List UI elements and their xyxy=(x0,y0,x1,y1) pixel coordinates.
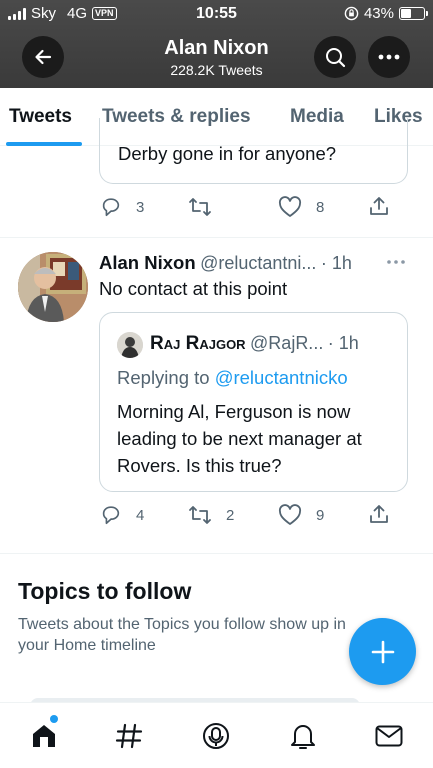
more-button[interactable] xyxy=(368,36,410,78)
notifications-icon xyxy=(291,725,315,749)
spaces-icon xyxy=(203,723,229,749)
battery-icon xyxy=(399,7,428,20)
like-button[interactable]: 9 xyxy=(278,504,324,526)
heart-icon xyxy=(278,504,302,525)
tweet-count: 228.2K Tweets xyxy=(170,62,263,78)
replying-to-line: Replying to @reluctantnicko xyxy=(117,367,348,389)
retweet-icon xyxy=(189,506,211,524)
tweet-time: · 1h xyxy=(320,253,352,273)
retweet-button[interactable] xyxy=(188,196,226,218)
tab-tweets[interactable]: Tweets xyxy=(9,106,72,128)
reply-button[interactable]: 3 xyxy=(100,196,144,218)
active-tab-indicator xyxy=(6,142,82,146)
status-right: 43% xyxy=(344,5,428,22)
tweet-options-icon[interactable] xyxy=(386,259,406,265)
quoted-tweet-text: Morning Al, Ferguson is now leading to b… xyxy=(117,401,362,476)
retweet-button[interactable]: 2 xyxy=(188,504,234,526)
nav-messages[interactable] xyxy=(373,720,405,752)
like-button[interactable]: 8 xyxy=(278,196,324,218)
section-divider xyxy=(0,553,433,554)
bottom-navigation xyxy=(0,702,433,768)
nav-explore[interactable] xyxy=(113,720,145,752)
rotation-lock-icon xyxy=(344,6,359,21)
plus-icon xyxy=(371,640,394,663)
reply-count: 4 xyxy=(136,506,145,524)
replying-to-label: Replying to xyxy=(117,367,210,388)
home-icon xyxy=(33,725,55,747)
quoted-tweet-card[interactable]: Raj Rajgor @RajR... · 1h Replying to @re… xyxy=(99,312,408,492)
share-icon xyxy=(370,197,388,215)
more-icon xyxy=(378,54,400,60)
share-button[interactable] xyxy=(368,503,390,525)
tweet-text: No contact at this point xyxy=(99,278,288,299)
reply-button[interactable]: 4 xyxy=(100,504,144,526)
author-avatar[interactable] xyxy=(18,252,88,322)
messages-icon xyxy=(375,725,403,747)
topics-description: Tweets about the Topics you follow show … xyxy=(18,616,346,654)
reply-count: 3 xyxy=(136,198,145,216)
tweet-divider xyxy=(0,237,433,238)
reply-icon xyxy=(102,506,120,525)
quoted-author-handle: @RajR... xyxy=(250,333,324,353)
quoted-tweet-header: Raj Rajgor @RajR... · 1h xyxy=(150,333,359,355)
heart-icon xyxy=(278,196,302,217)
quoted-tweet-time: · 1h xyxy=(327,333,359,353)
tweet-header: Alan Nixon @reluctantni... · 1h xyxy=(99,252,424,274)
author-handle[interactable]: @reluctantni... xyxy=(200,253,316,273)
like-count: 9 xyxy=(316,506,325,524)
avatar-photo xyxy=(18,252,88,322)
replying-to-handle[interactable]: @reluctantnicko xyxy=(215,367,348,388)
nav-spaces[interactable] xyxy=(200,720,232,752)
author-name[interactable]: Alan Nixon xyxy=(99,252,196,273)
avatar-photo xyxy=(117,332,143,358)
status-bar: Sky 4G VPN 10:55 43% xyxy=(0,0,433,30)
profile-header: Sky 4G VPN 10:55 43% Alan Nixon 228.2K T… xyxy=(0,0,433,88)
quoted-author-name: Raj Rajgor xyxy=(150,333,246,354)
like-count: 8 xyxy=(316,198,325,216)
nav-notifications[interactable] xyxy=(287,720,319,752)
retweet-count: 2 xyxy=(226,506,235,524)
search-icon xyxy=(326,48,346,68)
share-icon xyxy=(370,505,388,523)
quoted-tweet-text: Derby gone in for anyone? xyxy=(118,143,337,164)
search-button[interactable] xyxy=(314,36,356,78)
battery-percent: 43% xyxy=(363,5,394,22)
explore-icon xyxy=(115,723,143,749)
quoted-author-avatar xyxy=(117,332,143,358)
share-button[interactable] xyxy=(368,195,390,217)
reply-icon xyxy=(102,198,120,217)
retweet-icon xyxy=(189,198,211,216)
new-content-dot xyxy=(50,715,58,723)
nav-home[interactable] xyxy=(28,715,60,752)
topics-title: Topics to follow xyxy=(18,578,192,604)
compose-tweet-button[interactable] xyxy=(349,618,416,685)
quoted-tweet-card[interactable]: Derby gone in for anyone? xyxy=(99,118,408,184)
